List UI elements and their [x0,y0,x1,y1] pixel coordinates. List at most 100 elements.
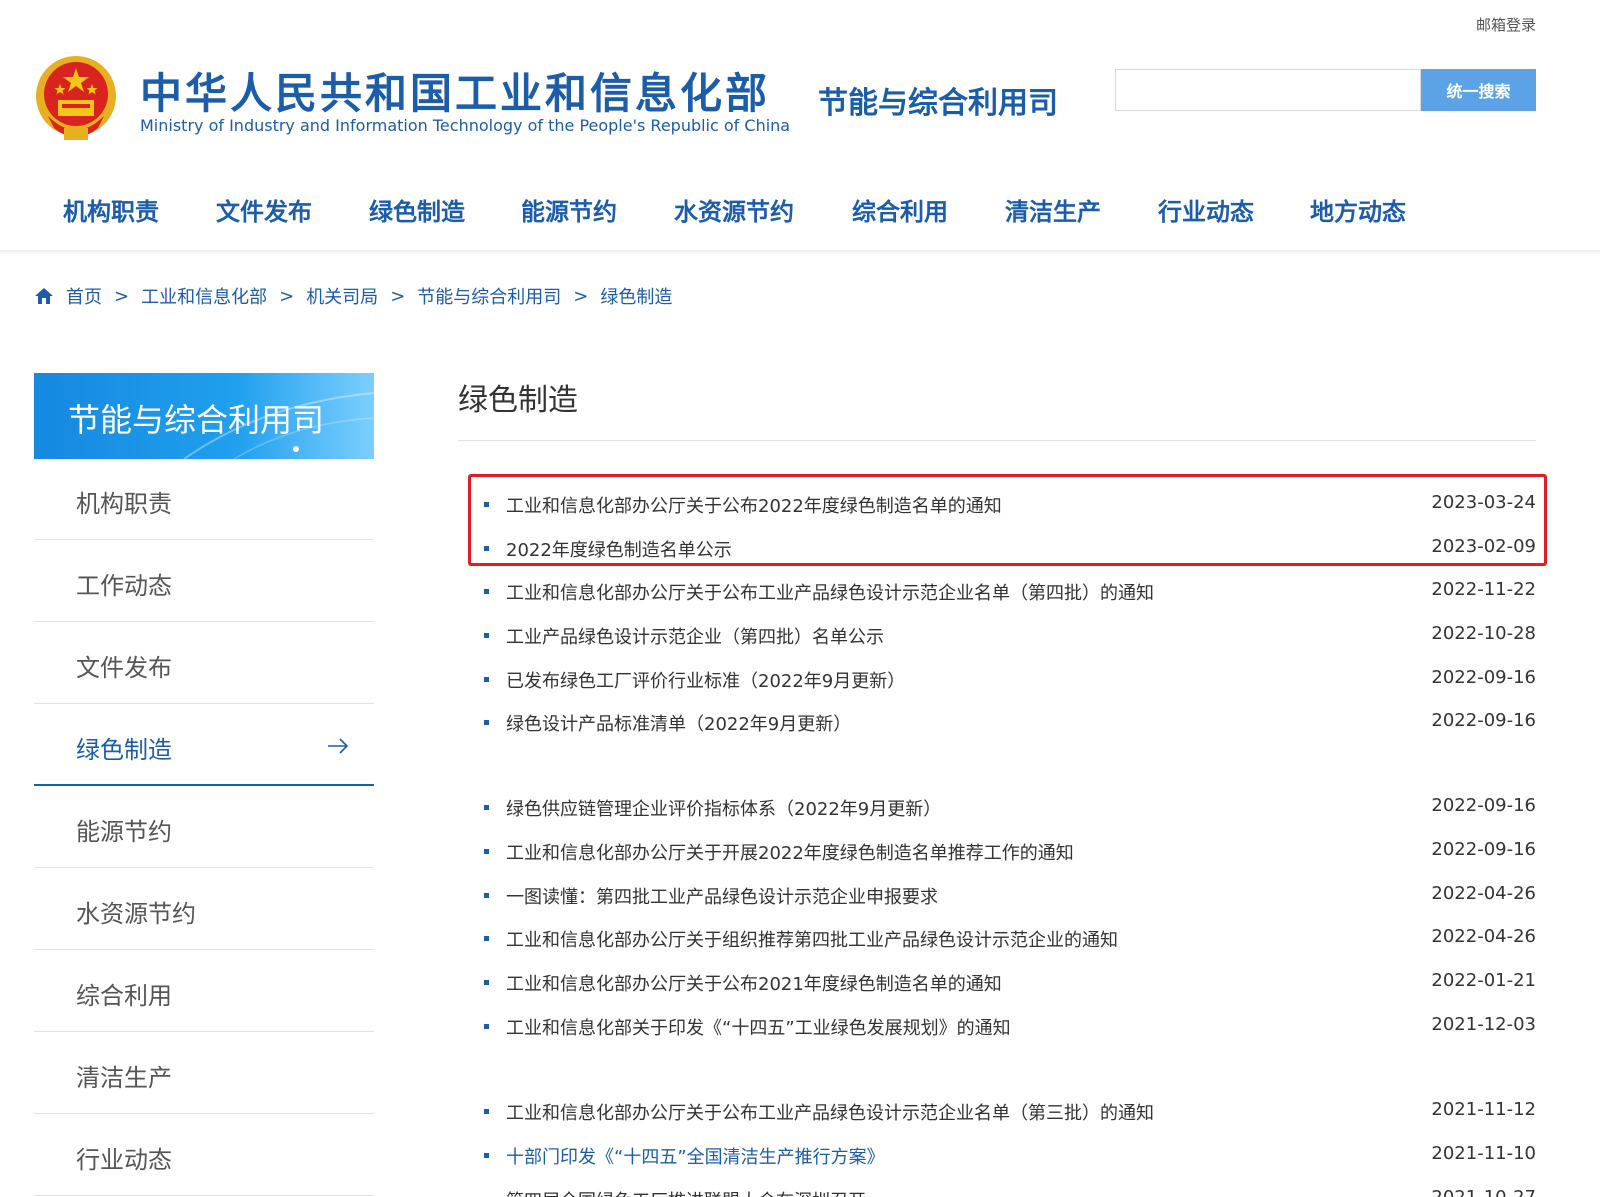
nav-item-org-duties[interactable]: 机构职责 [63,192,159,227]
article-title[interactable]: 工业和信息化部办公厅关于公布工业产品绿色设计示范企业名单（第四批）的通知 [506,579,1154,605]
article-date: 2021-11-10 [1431,1143,1536,1164]
article-title[interactable]: 绿色设计产品标准清单（2022年9月更新） [506,710,851,736]
sidebar-item-label: 绿色制造 [76,736,172,764]
nav-item-green-manufacturing[interactable]: 绿色制造 [369,192,465,227]
article-title[interactable]: 工业和信息化部办公厅关于开展2022年度绿色制造名单推荐工作的通知 [506,839,1074,865]
breadcrumb-dept[interactable]: 节能与综合利用司 [417,283,561,309]
bullet-square-icon [484,1153,489,1158]
article-row[interactable]: 工业和信息化部办公厅关于组织推荐第四批工业产品绿色设计示范企业的通知 2022-0… [484,924,1536,954]
article-row[interactable]: 工业和信息化部办公厅关于开展2022年度绿色制造名单推荐工作的通知 2022-09… [484,837,1536,867]
article-row[interactable]: 第四届全国绿色工厂推进联盟大会在深圳召开 2021-10-27 [484,1185,1536,1197]
sidebar-item-green-manufacturing[interactable]: 绿色制造 [34,706,374,786]
mail-login-link[interactable]: 邮箱登录 [1476,14,1536,35]
sidebar-item-energy-saving[interactable]: 能源节约 [34,788,374,868]
sidebar-item-label: 机构职责 [76,490,172,518]
article-title[interactable]: 工业和信息化部办公厅关于公布工业产品绿色设计示范企业名单（第三批）的通知 [506,1099,1154,1125]
article-title[interactable]: 工业和信息化部办公厅关于公布2022年度绿色制造名单的通知 [506,492,1002,518]
article-title[interactable]: 工业和信息化部办公厅关于公布2021年度绿色制造名单的通知 [506,970,1002,996]
article-title[interactable]: 工业和信息化部办公厅关于组织推荐第四批工业产品绿色设计示范企业的通知 [506,926,1118,952]
arrow-right-icon [328,738,349,754]
article-row[interactable]: 工业和信息化部办公厅关于公布工业产品绿色设计示范企业名单（第三批）的通知 2021… [484,1097,1536,1127]
sidebar-item-label: 工作动态 [76,572,172,600]
article-date: 2022-09-16 [1431,710,1536,731]
nav-item-water-saving[interactable]: 水资源节约 [674,192,794,227]
article-row[interactable]: 工业和信息化部关于印发《“十四五”工业绿色发展规划》的通知 2021-12-03 [484,1012,1536,1042]
article-date: 2022-04-26 [1431,926,1536,947]
sidebar-item-label: 综合利用 [76,982,172,1010]
article-date: 2022-09-16 [1431,667,1536,688]
breadcrumb-separator: > [390,285,406,307]
org-subtitle: Ministry of Industry and Information Tec… [140,116,791,135]
article-row[interactable]: 工业和信息化部办公厅关于公布2022年度绿色制造名单的通知 2023-03-24 [484,490,1536,520]
search-button[interactable]: 统一搜索 [1421,69,1536,111]
breadcrumb-current[interactable]: 绿色制造 [600,283,672,309]
article-date: 2022-09-16 [1431,795,1536,816]
nav-item-industry-news[interactable]: 行业动态 [1158,192,1254,227]
article-title[interactable]: 工业和信息化部关于印发《“十四五”工业绿色发展规划》的通知 [506,1014,1011,1040]
sidebar-item-industry-news[interactable]: 行业动态 [34,1116,374,1196]
article-row[interactable]: 2022年度绿色制造名单公示 2023-02-09 [484,534,1536,564]
nav-item-comprehensive-use[interactable]: 综合利用 [852,192,948,227]
article-date: 2023-02-09 [1431,536,1536,557]
search-box [1115,69,1421,111]
sidebar-item-water-saving[interactable]: 水资源节约 [34,870,374,950]
sidebar-item-comprehensive-use[interactable]: 综合利用 [34,952,374,1032]
article-row[interactable]: 绿色设计产品标准清单（2022年9月更新） 2022-09-16 [484,708,1536,738]
article-date: 2022-10-28 [1431,623,1536,644]
article-date: 2021-11-12 [1431,1099,1536,1120]
bullet-square-icon [484,546,489,551]
nav-item-documents[interactable]: 文件发布 [216,192,312,227]
article-date: 2022-01-21 [1431,970,1536,991]
breadcrumb-departments[interactable]: 机关司局 [306,283,378,309]
bullet-square-icon [484,893,489,898]
home-icon[interactable] [34,286,54,306]
article-row[interactable]: 一图读懂：第四批工业产品绿色设计示范企业申报要求 2022-04-26 [484,881,1536,911]
bullet-square-icon [484,936,489,941]
article-title[interactable]: 已发布绿色工厂评价行业标准（2022年9月更新） [506,667,905,693]
article-row[interactable]: 工业和信息化部办公厅关于公布工业产品绿色设计示范企业名单（第四批）的通知 2022… [484,577,1536,607]
content-title: 绿色制造 [458,383,578,418]
sidebar-item-label: 能源节约 [76,818,172,846]
sidebar-item-documents[interactable]: 文件发布 [34,624,374,704]
sidebar-item-label: 行业动态 [76,1146,172,1174]
bullet-square-icon [484,633,489,638]
bullet-square-icon [484,502,489,507]
sidebar-title: 节能与综合利用司 [68,401,325,439]
content-divider [458,440,1536,441]
breadcrumb-separator: > [279,285,295,307]
search-input[interactable] [1116,70,1420,110]
bullet-square-icon [484,677,489,682]
breadcrumb-home[interactable]: 首页 [66,283,102,309]
sidebar-item-clean-production[interactable]: 清洁生产 [34,1034,374,1114]
article-date: 2021-10-27 [1431,1187,1536,1197]
breadcrumb-separator: > [573,285,589,307]
article-row[interactable]: 已发布绿色工厂评价行业标准（2022年9月更新） 2022-09-16 [484,665,1536,695]
article-row[interactable]: 工业产品绿色设计示范企业（第四批）名单公示 2022-10-28 [484,621,1536,651]
article-title[interactable]: 十部门印发《“十四五”全国清洁生产推行方案》 [506,1143,885,1169]
breadcrumb-miit[interactable]: 工业和信息化部 [141,283,267,309]
nav-item-energy-saving[interactable]: 能源节约 [521,192,617,227]
article-date: 2022-09-16 [1431,839,1536,860]
article-row[interactable]: 十部门印发《“十四五”全国清洁生产推行方案》 2021-11-10 [484,1141,1536,1171]
sidebar-item-org-duties[interactable]: 机构职责 [34,460,374,540]
article-title[interactable]: 工业产品绿色设计示范企业（第四批）名单公示 [506,623,884,649]
sidebar-item-work-news[interactable]: 工作动态 [34,542,374,622]
sidebar-header: 节能与综合利用司 [34,373,374,459]
article-date: 2022-11-22 [1431,579,1536,600]
breadcrumb-separator: > [114,285,130,307]
article-date: 2022-04-26 [1431,883,1536,904]
article-row[interactable]: 工业和信息化部办公厅关于公布2021年度绿色制造名单的通知 2022-01-21 [484,968,1536,998]
article-title[interactable]: 一图读懂：第四批工业产品绿色设计示范企业申报要求 [506,883,938,909]
article-title[interactable]: 2022年度绿色制造名单公示 [506,536,732,562]
bullet-square-icon [484,805,489,810]
article-date: 2021-12-03 [1431,1014,1536,1035]
nav-item-local-news[interactable]: 地方动态 [1310,192,1406,227]
article-title[interactable]: 第四届全国绿色工厂推进联盟大会在深圳召开 [506,1187,866,1197]
bullet-square-icon [484,849,489,854]
breadcrumb: 首页 > 工业和信息化部 > 机关司局 > 节能与综合利用司 > 绿色制造 [34,284,672,308]
article-title[interactable]: 绿色供应链管理企业评价指标体系（2022年9月更新） [506,795,941,821]
article-row[interactable]: 绿色供应链管理企业评价指标体系（2022年9月更新） 2022-09-16 [484,793,1536,823]
nav-item-clean-production[interactable]: 清洁生产 [1005,192,1101,227]
dept-title: 节能与综合利用司 [818,86,1058,121]
sidebar-item-label: 文件发布 [76,654,172,682]
